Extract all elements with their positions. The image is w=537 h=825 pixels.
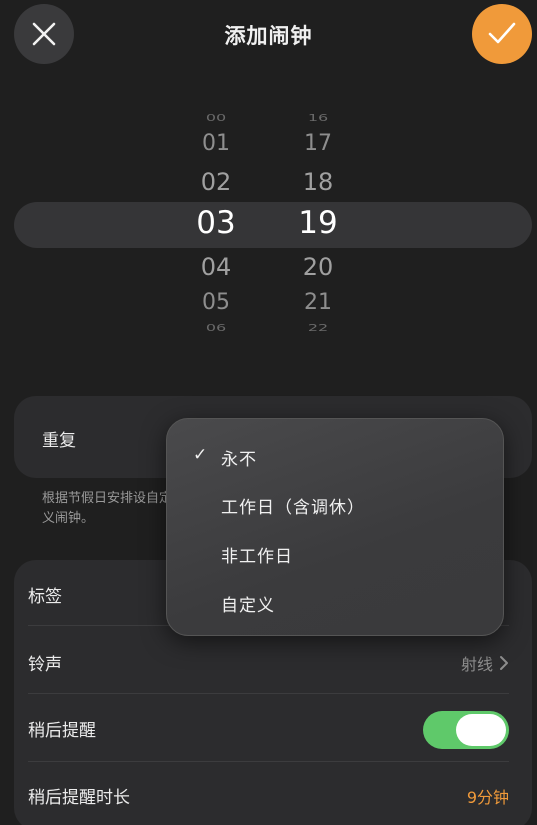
ringtone-value: 射线 [461,651,509,675]
repeat-option-non-workdays[interactable]: 非工作日 [167,530,503,578]
snooze-row: 稍后提醒 [28,694,509,762]
snooze-duration-row[interactable]: 稍后提醒时长 9分钟 [28,761,509,825]
checkmark-icon: ✓ [193,445,208,465]
hour-option[interactable]: 01 [176,131,256,156]
option-label: 非工作日 [221,547,293,567]
minute-option[interactable]: 21 [278,290,358,315]
snooze-toggle[interactable] [423,711,509,749]
ringtone-row[interactable]: 铃声 射线 [28,628,509,696]
add-alarm-screen: 添加闹钟 00 01 02 03 04 05 06 16 17 18 19 20… [0,0,537,825]
page-title: 添加闹钟 [224,24,313,48]
repeat-options-menu: ✓ 永不 工作日（含调休） 非工作日 自定义 [166,418,504,636]
repeat-option-custom[interactable]: 自定义 [167,579,503,627]
minute-option[interactable]: 18 [278,168,358,196]
minute-option[interactable]: 22 [278,322,358,333]
hour-option-selected[interactable]: 03 [176,205,256,241]
ringtone-value-text: 射线 [460,655,493,674]
confirm-button[interactable] [472,4,532,64]
snooze-duration-label: 稍后提醒时长 [28,788,130,808]
repeat-option-never[interactable]: ✓ 永不 [167,433,503,481]
ringtone-label: 铃声 [28,655,62,675]
snooze-label: 稍后提醒 [28,721,96,741]
option-label: 工作日（含调休） [221,498,365,518]
hour-option[interactable]: 04 [176,253,256,281]
minute-option[interactable]: 17 [278,131,358,156]
minute-option[interactable]: 16 [278,112,358,123]
minute-option[interactable]: 20 [278,253,358,281]
time-picker-selection-band [14,202,532,248]
toggle-knob [456,714,506,746]
hour-option[interactable]: 05 [176,290,256,315]
checkmark-icon [488,22,516,44]
repeat-label: 重复 [42,431,76,451]
hour-option[interactable]: 06 [176,322,256,333]
label-row-label: 标签 [28,587,62,607]
minute-option-selected[interactable]: 19 [278,205,358,241]
snooze-duration-value: 9分钟 [466,788,509,807]
repeat-option-workdays[interactable]: 工作日（含调休） [167,481,503,529]
option-label: 自定义 [221,596,275,616]
chevron-right-icon [500,656,508,670]
repeat-hint-text: 根据节假日安排设自定义闹钟。 [42,491,173,526]
option-label: 永不 [221,450,257,470]
hour-option[interactable]: 02 [176,168,256,196]
hour-option[interactable]: 00 [176,112,256,123]
